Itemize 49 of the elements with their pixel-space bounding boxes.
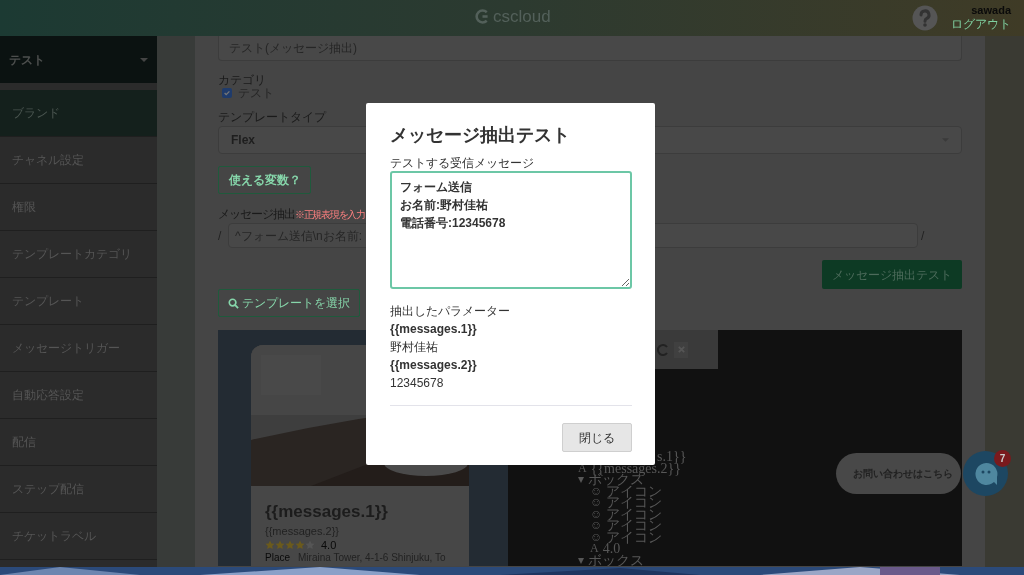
- tree-node-label[interactable]: ボックス: [588, 554, 644, 566]
- close-button[interactable]: 閉じる: [562, 423, 632, 452]
- star-icon: [265, 540, 275, 550]
- tree-node-icon: ☺: [590, 485, 603, 497]
- tree-node-label[interactable]: アイコン: [606, 485, 663, 497]
- tree-node-label[interactable]: {{messages.2}}: [590, 462, 681, 474]
- refresh-icon[interactable]: [656, 342, 670, 357]
- param-value: 12345678: [390, 375, 445, 392]
- checkbox[interactable]: [222, 87, 232, 98]
- tree-node-icon: ▾: [578, 554, 584, 566]
- project-selector[interactable]: テスト: [0, 36, 157, 83]
- place-label: Place: [265, 552, 290, 564]
- tree-node-icon: ☺: [590, 531, 603, 543]
- regex-delimiter: /: [218, 227, 223, 245]
- select-template-button[interactable]: テンプレートを選択: [218, 289, 360, 317]
- star-icon: [305, 540, 315, 550]
- tree-node-label[interactable]: アイコン: [606, 508, 663, 520]
- message-input[interactable]: フォーム送信 お名前:野村佳祐 電話番号:12345678: [390, 171, 632, 289]
- tree-node-label[interactable]: 4.0: [602, 543, 621, 555]
- param-name: {{messages.2}}: [390, 357, 478, 374]
- field-note: ※正規表現を入力: [295, 209, 365, 221]
- chat-icon: [972, 460, 999, 487]
- star-icon: [275, 540, 285, 550]
- tree-node-icon: ☺: [590, 508, 603, 520]
- rating-value: 4.0: [321, 537, 337, 553]
- param-value: 野村佳祐: [390, 339, 439, 356]
- tree-node-label[interactable]: s.1}}: [657, 451, 687, 463]
- star-icon: [285, 540, 295, 550]
- tree-node-label[interactable]: アイコン: [606, 531, 663, 543]
- result-label: 抽出したパラメーター: [390, 303, 511, 320]
- search-icon: [228, 297, 239, 309]
- close-button[interactable]: [674, 341, 688, 358]
- tree-node-icon: ▾: [578, 474, 584, 486]
- tree-node-label[interactable]: アイコン: [606, 520, 663, 532]
- help-icon[interactable]: [912, 5, 938, 31]
- regex-delimiter: /: [920, 227, 925, 245]
- logo-icon: [474, 8, 491, 25]
- tree-node-icon: ☺: [590, 520, 603, 532]
- param-name: {{messages.1}}: [390, 321, 478, 338]
- modal-title: メッセージ抽出テスト: [390, 124, 571, 147]
- star-icon: [295, 540, 305, 550]
- caret-icon: [140, 57, 148, 62]
- tree-node-label[interactable]: アイコン: [606, 497, 663, 509]
- field-label: テストする受信メッセージ: [390, 156, 535, 170]
- tree-node-icon: ☺: [590, 497, 603, 509]
- variables-button[interactable]: 使える変数？: [218, 166, 311, 194]
- logout-link[interactable]: ログアウト: [951, 17, 1011, 32]
- tree-node-label[interactable]: ボックス: [588, 474, 644, 486]
- tree-node-icon: A: [590, 543, 599, 555]
